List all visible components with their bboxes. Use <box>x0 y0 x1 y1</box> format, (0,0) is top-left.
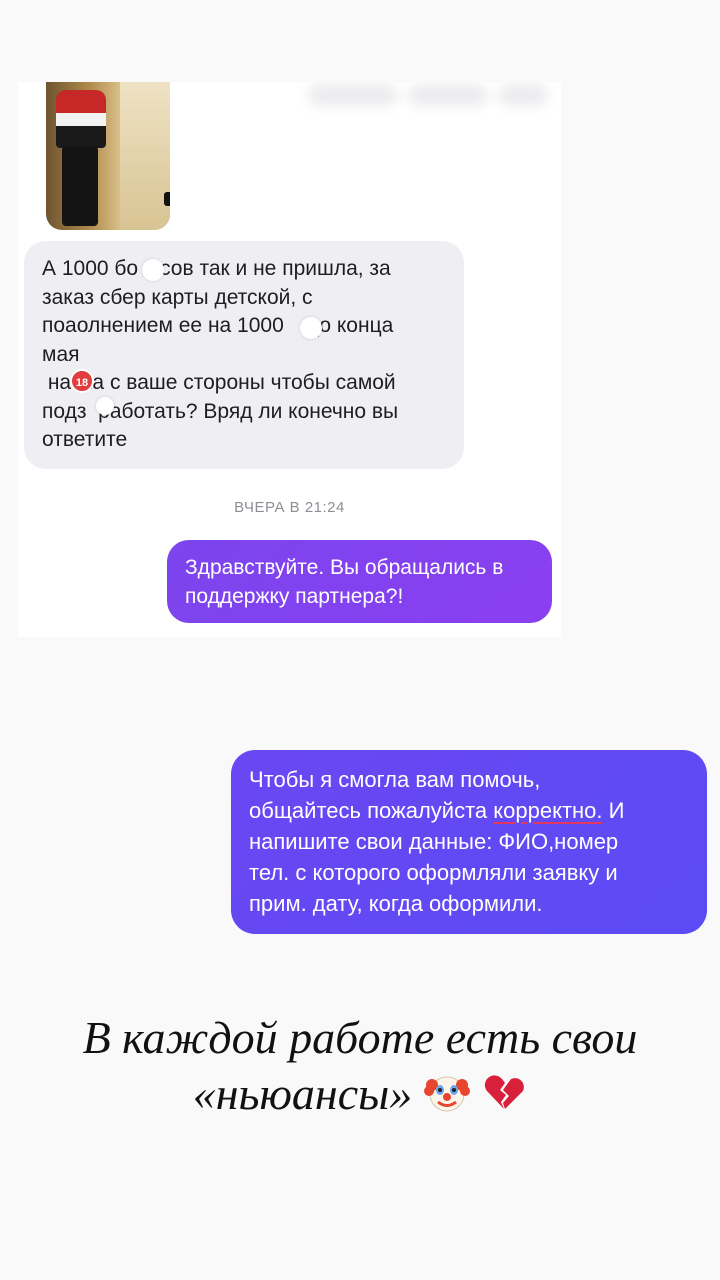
attached-photo[interactable] <box>46 82 170 230</box>
broken-heart-icon <box>481 1069 527 1128</box>
photo-detail <box>164 192 170 206</box>
line-prefix: общайтесь пожалуйста <box>249 798 494 823</box>
blurred-area <box>408 84 488 106</box>
outgoing-message-line: Здравствуйте. Вы обращались в <box>185 556 504 579</box>
incoming-message-line: на ка с ваше стороны чтобы самой <box>42 371 396 394</box>
incoming-message-line: поаолнением ее на 1000 до конца <box>42 314 394 337</box>
outgoing-message-line: напишите свои данные: ФИО,номер <box>249 829 619 854</box>
chat-screenshot: А 1000 бо усов так и не пришла, за заказ… <box>18 82 561 637</box>
outgoing-message-line: тел. с которого оформляли заявку и <box>249 860 618 885</box>
incoming-message-line: ответите <box>42 428 128 451</box>
caption-line-1: В каждой работе есть свои <box>82 1012 638 1063</box>
clown-face-icon <box>423 1069 470 1128</box>
photo-door <box>120 82 170 230</box>
outgoing-message-line: Чтобы я смогла вам помочь, <box>249 767 541 792</box>
incoming-message-line: заказ сбер карты детской, с <box>42 285 313 309</box>
outgoing-message-bubble-large[interactable]: Чтобы я смогла вам помочь, общайтесь пож… <box>231 750 707 934</box>
caption-line-2: «ньюансы» <box>0 1066 720 1128</box>
story-caption: В каждой работе есть свои «ньюансы» <box>0 1010 720 1128</box>
message-timestamp: ВЧЕРА В 21:24 <box>234 499 345 516</box>
incoming-message-line: мая <box>42 342 80 366</box>
blurred-area <box>308 84 398 106</box>
incoming-message-bubble[interactable]: А 1000 бо усов так и не пришла, за заказ… <box>24 241 464 469</box>
underlined-word: корректно. <box>493 798 603 823</box>
outgoing-message-line: общайтесь пожалуйста корректно. И <box>249 795 689 826</box>
photo-jacket <box>56 90 106 148</box>
line-suffix: И <box>602 798 625 823</box>
censor-dot-icon <box>96 397 114 415</box>
photo-pants <box>62 146 98 226</box>
incoming-message-line: А 1000 бо усов так и не пришла, за <box>42 257 391 280</box>
age-18-sticker-icon: 18 <box>70 369 94 393</box>
caption-line-2-text: «ньюансы» <box>192 1068 413 1119</box>
outgoing-message-bubble[interactable]: Здравствуйте. Вы обращались в поддержку … <box>167 540 552 623</box>
censor-dot-icon <box>300 317 322 339</box>
censor-dot-icon <box>142 259 164 281</box>
blurred-area <box>498 84 548 106</box>
outgoing-message-line: прим. дату, когда оформили. <box>249 891 543 916</box>
outgoing-message-line: поддержку партнера?! <box>185 585 404 608</box>
